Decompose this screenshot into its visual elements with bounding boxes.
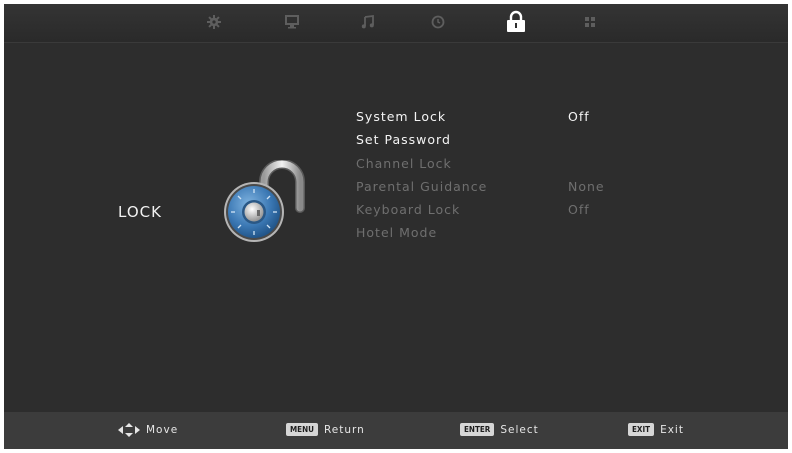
category-tab-bar bbox=[4, 4, 788, 43]
apps-grid-icon bbox=[585, 17, 595, 27]
hint-label: Return bbox=[323, 423, 365, 436]
key-hint-bar: Move MENU Return ENTER Select EXIT Exit bbox=[4, 412, 788, 449]
lock-menu: System Lock Off Set Password Channel Loc… bbox=[356, 105, 616, 245]
menu-item-label: Set Password bbox=[356, 132, 451, 148]
music-note-icon bbox=[361, 14, 374, 29]
menu-item-label: Hotel Mode bbox=[356, 225, 438, 241]
clock-icon bbox=[431, 15, 445, 29]
enter-key-badge: ENTER bbox=[460, 423, 495, 436]
dpad-arrows-icon bbox=[118, 423, 140, 437]
menu-item-hotel-mode: Hotel Mode bbox=[356, 221, 616, 244]
hint-select: ENTER Select bbox=[460, 423, 539, 436]
lock-icon bbox=[507, 10, 525, 32]
tab-time[interactable] bbox=[426, 10, 450, 34]
lock-settings-panel: LOCK System Lock Off Set Password Channe… bbox=[4, 43, 788, 412]
hint-return: MENU Return bbox=[286, 423, 365, 436]
tab-picture[interactable] bbox=[280, 10, 304, 34]
tab-apps[interactable] bbox=[578, 10, 602, 34]
menu-item-value: None bbox=[568, 178, 605, 194]
monitor-icon bbox=[285, 15, 299, 29]
hint-exit: EXIT Exit bbox=[628, 423, 684, 436]
menu-item-value: Off bbox=[568, 202, 590, 218]
tab-sound[interactable] bbox=[356, 10, 380, 34]
tab-settings[interactable] bbox=[202, 10, 226, 34]
hint-label: Exit bbox=[660, 423, 684, 436]
exit-key-badge: EXIT bbox=[628, 423, 655, 436]
hint-move: Move bbox=[118, 423, 178, 437]
hint-label: Select bbox=[500, 423, 539, 436]
menu-item-label: Keyboard Lock bbox=[356, 202, 461, 218]
menu-item-keyboard-lock: Keyboard Lock Off bbox=[356, 198, 616, 221]
menu-item-label: System Lock bbox=[356, 109, 447, 124]
menu-item-parental-guidance: Parental Guidance None bbox=[356, 175, 616, 198]
page-title: LOCK bbox=[118, 203, 162, 221]
menu-item-label: Channel Lock bbox=[356, 155, 452, 171]
menu-item-system-lock[interactable]: System Lock Off bbox=[356, 105, 616, 128]
tab-lock[interactable] bbox=[504, 10, 528, 34]
menu-item-value: Off bbox=[568, 109, 590, 124]
hint-label: Move bbox=[146, 424, 179, 436]
menu-item-channel-lock: Channel Lock bbox=[356, 152, 616, 175]
settings-gear-icon bbox=[207, 15, 221, 29]
menu-item-set-password[interactable]: Set Password bbox=[356, 128, 616, 151]
padlock-icon bbox=[224, 160, 305, 242]
menu-item-label: Parental Guidance bbox=[356, 178, 488, 194]
menu-key-badge: MENU bbox=[286, 423, 318, 436]
tv-menu-screen: LOCK System Lock Off Set Password Channe… bbox=[4, 4, 788, 449]
